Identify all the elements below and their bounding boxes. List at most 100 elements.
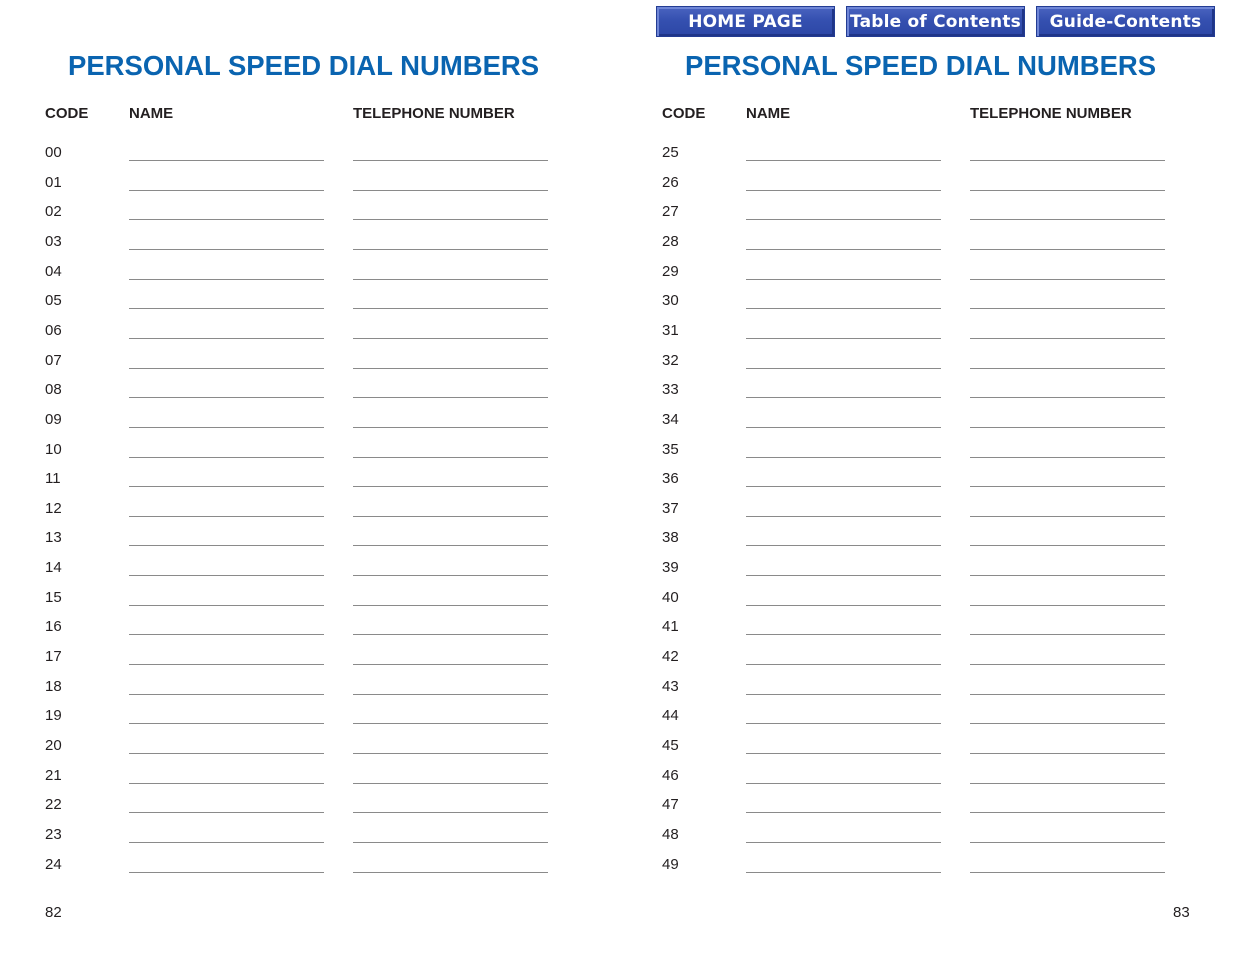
- speed-dial-code: 41: [662, 618, 679, 636]
- speed-dial-row: 33: [662, 381, 1182, 401]
- telephone-blank-line: [970, 159, 1165, 161]
- telephone-blank-line: [970, 426, 1165, 428]
- speed-dial-row: 03: [45, 233, 565, 253]
- telephone-blank-line: [353, 337, 548, 339]
- name-blank-line: [129, 426, 324, 428]
- name-blank-line: [746, 337, 941, 339]
- speed-dial-row: 29: [662, 263, 1182, 283]
- telephone-blank-line: [353, 248, 548, 250]
- name-blank-line: [129, 871, 324, 873]
- column-header-code: CODE: [45, 105, 89, 122]
- speed-dial-code: 08: [45, 381, 62, 399]
- speed-dial-code: 14: [45, 559, 62, 577]
- speed-dial-row: 14: [45, 559, 565, 579]
- speed-dial-row: 31: [662, 322, 1182, 342]
- telephone-blank-line: [970, 307, 1165, 310]
- speed-dial-code: 23: [45, 825, 62, 843]
- speed-dial-row: 05: [45, 292, 565, 312]
- speed-dial-row: 16: [45, 618, 565, 638]
- speed-dial-row: 06: [45, 322, 565, 342]
- name-blank-line: [129, 367, 324, 369]
- speed-dial-code: 35: [662, 440, 679, 458]
- speed-dial-code: 20: [45, 737, 62, 754]
- name-blank-line: [746, 782, 941, 784]
- speed-dial-row: 07: [45, 352, 565, 372]
- speed-dial-code: 46: [662, 766, 679, 784]
- speed-dial-code: 13: [45, 529, 62, 547]
- telephone-blank-line: [970, 278, 1165, 280]
- name-blank-line: [746, 544, 941, 547]
- column-header-telephone: TELEPHONE NUMBER: [353, 105, 515, 122]
- name-blank-line: [746, 663, 941, 666]
- telephone-blank-line: [970, 722, 1165, 725]
- page-number: 82: [45, 904, 62, 921]
- speed-dial-row: 00: [45, 144, 565, 164]
- name-blank-line: [129, 485, 324, 488]
- speed-dial-row: 04: [45, 263, 565, 283]
- speed-dial-row: 15: [45, 589, 565, 609]
- telephone-blank-line: [353, 811, 548, 814]
- speed-dial-code: 06: [45, 321, 62, 339]
- speed-dial-code: 27: [662, 203, 679, 221]
- telephone-blank-line: [353, 722, 548, 725]
- telephone-blank-line: [353, 515, 548, 517]
- speed-dial-code: 12: [45, 499, 62, 517]
- telephone-blank-line: [970, 604, 1165, 606]
- telephone-blank-line: [353, 841, 548, 843]
- telephone-blank-line: [353, 307, 548, 310]
- telephone-blank-line: [970, 218, 1165, 221]
- name-blank-line: [129, 456, 324, 458]
- telephone-blank-line: [353, 604, 548, 606]
- speed-dial-row: 18: [45, 678, 565, 698]
- speed-dial-code: 49: [662, 855, 679, 873]
- name-blank-line: [746, 248, 941, 250]
- name-blank-line: [746, 485, 941, 488]
- telephone-blank-line: [970, 871, 1165, 873]
- speed-dial-code: 11: [45, 470, 61, 488]
- name-blank-line: [746, 811, 941, 814]
- telephone-blank-line: [970, 367, 1165, 369]
- page-right: PERSONAL SPEED DIAL NUMBERS CODE NAME TE…: [662, 0, 1222, 954]
- name-blank-line: [129, 782, 324, 784]
- telephone-blank-line: [970, 248, 1165, 250]
- speed-dial-row: 28: [662, 233, 1182, 253]
- name-blank-line: [746, 574, 941, 577]
- name-blank-line: [129, 574, 324, 577]
- name-blank-line: [746, 841, 941, 843]
- speed-dial-code: 24: [45, 855, 62, 873]
- speed-dial-row: 42: [662, 648, 1182, 668]
- telephone-blank-line: [970, 189, 1165, 191]
- page-left: PERSONAL SPEED DIAL NUMBERS CODE NAME TE…: [45, 0, 605, 954]
- speed-dial-row: 34: [662, 411, 1182, 431]
- name-blank-line: [746, 307, 941, 310]
- speed-dial-code: 10: [45, 440, 62, 458]
- speed-dial-code: 40: [662, 588, 679, 606]
- speed-dial-code: 26: [662, 173, 679, 191]
- speed-dial-code: 09: [45, 410, 62, 428]
- speed-dial-code: 37: [662, 499, 679, 517]
- name-blank-line: [746, 426, 941, 428]
- speed-dial-code: 36: [662, 470, 679, 488]
- telephone-blank-line: [970, 485, 1165, 488]
- telephone-blank-line: [970, 841, 1165, 843]
- name-blank-line: [129, 604, 324, 606]
- name-blank-line: [129, 396, 324, 399]
- telephone-blank-line: [970, 515, 1165, 517]
- speed-dial-code: 00: [45, 144, 62, 161]
- speed-dial-row: 35: [662, 441, 1182, 461]
- speed-dial-row: 30: [662, 292, 1182, 312]
- telephone-blank-line: [353, 633, 548, 636]
- telephone-blank-line: [970, 544, 1165, 547]
- speed-dial-code: 21: [45, 766, 62, 784]
- speed-dial-row: 47: [662, 796, 1182, 816]
- telephone-blank-line: [353, 574, 548, 577]
- name-blank-line: [746, 218, 941, 221]
- column-header-name: NAME: [129, 105, 174, 122]
- name-blank-line: [746, 159, 941, 161]
- speed-dial-row: 19: [45, 707, 565, 727]
- speed-dial-code: 47: [662, 796, 679, 814]
- speed-dial-row: 32: [662, 352, 1182, 372]
- speed-dial-code: 15: [45, 588, 62, 606]
- speed-dial-row: 20: [45, 737, 565, 757]
- name-blank-line: [746, 515, 941, 517]
